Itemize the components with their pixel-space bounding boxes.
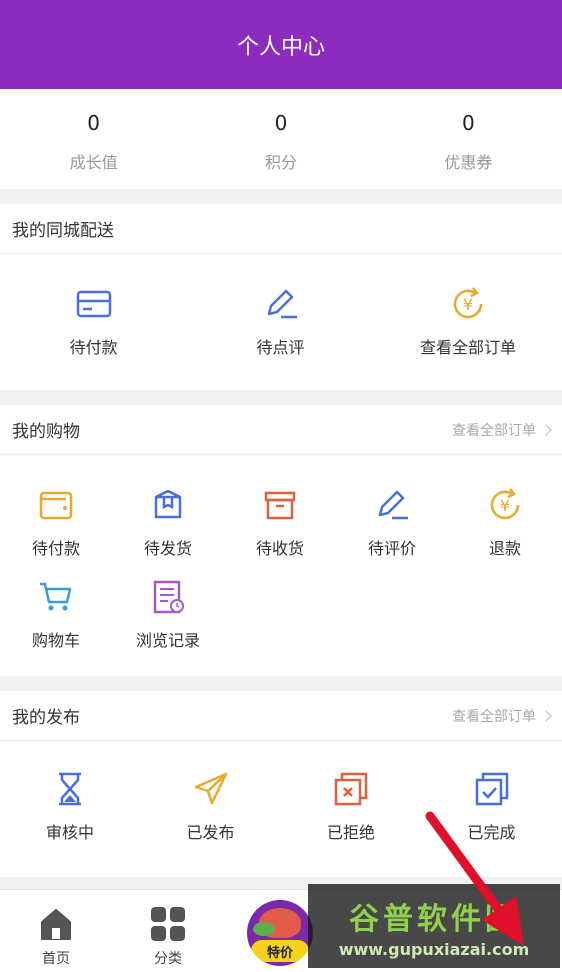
section-title: 我的购物 <box>12 422 80 442</box>
item-label: 浏览记录 <box>135 631 200 650</box>
section-header: 我的同城配送 <box>0 204 562 254</box>
section-header: 我的购物 查看全部订单 <box>0 405 562 455</box>
item-label: 待点评 <box>256 338 305 357</box>
card-icon <box>76 290 111 318</box>
stat-value: 0 <box>274 111 288 135</box>
special-offer-icon: 特价 <box>247 900 313 966</box>
item-label: 待付款 <box>69 338 118 357</box>
shop-refund[interactable]: ¥ 退款 <box>448 485 562 559</box>
stat-label: 成长值 <box>69 153 118 172</box>
section-local-delivery: 我的同城配送 待付款 待点评 ¥ 查看全部订单 <box>0 204 562 390</box>
annotation-arrow-icon <box>425 811 524 946</box>
special-offer-badge: 特价 <box>251 940 309 962</box>
stat-points[interactable]: 0 积分 <box>187 89 374 189</box>
view-all-orders-link[interactable]: 查看全部订单 <box>452 706 552 726</box>
page-title: 个人中心 <box>236 34 325 60</box>
shop-pending-ship[interactable]: 待发货 <box>112 485 224 559</box>
yen-refresh-icon: ¥ <box>490 488 520 520</box>
special-offer-label: 特价 <box>266 945 293 961</box>
publish-published[interactable]: 已发布 <box>140 769 281 843</box>
section-header: 我的发布 查看全部订单 <box>0 691 562 741</box>
wallet-icon <box>39 491 73 520</box>
package-icon <box>154 489 182 519</box>
local-pending-review[interactable]: 待点评 <box>187 284 374 358</box>
item-label: 待评价 <box>367 539 416 558</box>
done-icon <box>475 772 508 806</box>
shop-pending-review[interactable]: 待评价 <box>336 485 448 559</box>
section-title: 我的同城配送 <box>12 221 114 241</box>
home-icon <box>41 909 71 940</box>
svg-text:¥: ¥ <box>463 295 473 314</box>
tab-category[interactable]: 分类 <box>112 890 224 972</box>
shop-cart[interactable]: 购物车 <box>0 577 112 651</box>
reject-icon <box>334 772 368 806</box>
chevron-right-icon <box>540 709 552 722</box>
chevron-right-icon <box>540 423 552 436</box>
item-label: 待付款 <box>31 539 80 558</box>
svg-text:¥: ¥ <box>500 496 510 515</box>
yen-refresh-icon: ¥ <box>453 287 483 319</box>
view-all-label: 查看全部订单 <box>452 422 536 439</box>
item-label: 审核中 <box>45 823 94 842</box>
local-pending-payment[interactable]: 待付款 <box>0 284 187 358</box>
history-icon <box>153 580 184 614</box>
section-shopping: 我的购物 查看全部订单 待付款 待发货 待收货 待评价 ¥ 退款 购物车 浏览记… <box>0 405 562 676</box>
section-title: 我的发布 <box>12 708 80 728</box>
item-label: 退款 <box>488 539 521 558</box>
item-label: 待收货 <box>255 539 304 558</box>
hourglass-icon <box>59 772 81 806</box>
local-all-orders[interactable]: ¥ 查看全部订单 <box>374 284 562 358</box>
pen-icon <box>267 289 297 319</box>
cart-icon <box>40 582 72 611</box>
stats-bar: 0 成长值 0 积分 0 优惠券 <box>0 89 562 189</box>
stat-growth[interactable]: 0 成长值 <box>0 89 187 189</box>
shop-pending-payment[interactable]: 待付款 <box>0 485 112 559</box>
leaf-decoration <box>253 922 275 936</box>
send-icon <box>194 772 227 805</box>
stat-coupons[interactable]: 0 优惠券 <box>375 89 562 189</box>
stat-value: 0 <box>87 111 101 135</box>
shop-pending-receive[interactable]: 待收货 <box>224 485 336 559</box>
view-all-label: 查看全部订单 <box>452 708 536 725</box>
item-label: 已发布 <box>186 823 235 842</box>
item-label: 购物车 <box>31 631 80 650</box>
shop-history[interactable]: 浏览记录 <box>112 577 224 651</box>
tab-label: 分类 <box>154 951 182 967</box>
item-label: 已拒绝 <box>326 823 375 842</box>
publish-reviewing[interactable]: 审核中 <box>0 769 140 843</box>
pen-icon <box>378 490 408 520</box>
stat-label: 优惠券 <box>444 153 493 172</box>
stat-value: 0 <box>461 111 475 135</box>
tab-home[interactable]: 首页 <box>0 890 112 972</box>
publish-rejected[interactable]: 已拒绝 <box>281 769 421 843</box>
tab-label: 首页 <box>42 951 70 967</box>
box-icon <box>264 491 296 520</box>
category-icon <box>151 907 185 941</box>
view-all-orders-link[interactable]: 查看全部订单 <box>452 420 552 440</box>
stat-label: 积分 <box>264 153 297 172</box>
item-label: 查看全部订单 <box>419 338 516 357</box>
item-label: 待发货 <box>143 539 192 558</box>
page-header: 个人中心 <box>0 0 562 89</box>
